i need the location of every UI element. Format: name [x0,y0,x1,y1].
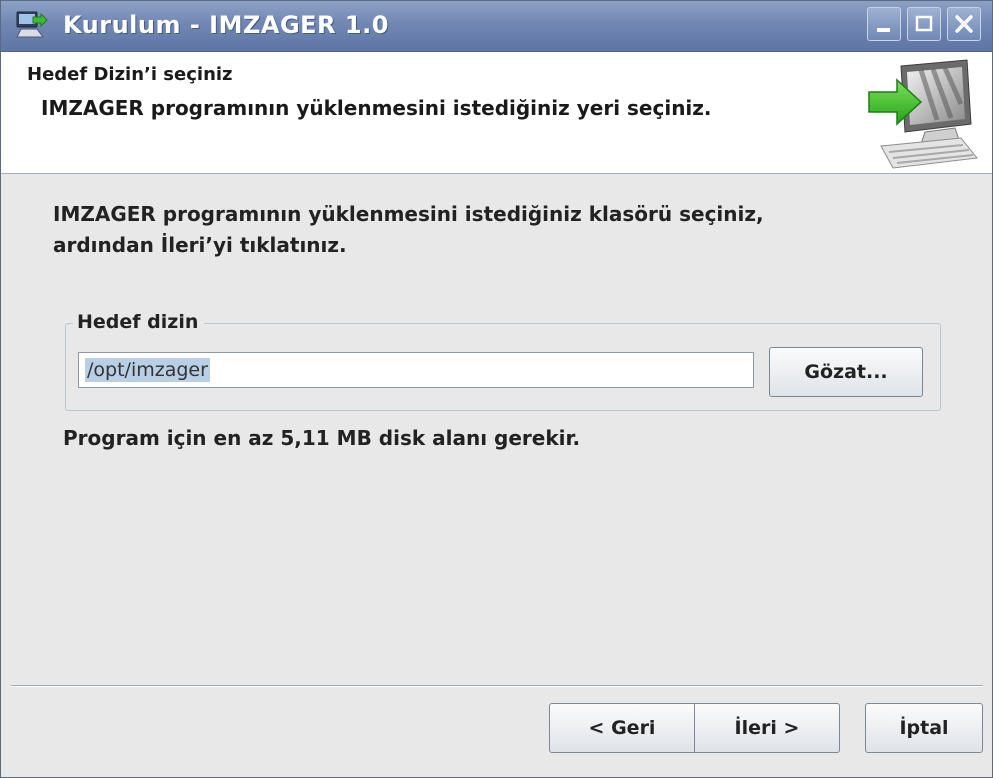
minimize-icon [877,28,890,32]
computer-install-arrow-icon [863,58,981,170]
installer-app-icon [15,9,49,41]
window-title: Kurulum - IMZAGER 1.0 [63,11,389,39]
instructions-line-2: ardından İleri’yi tıklatınız. [53,233,347,257]
wizard-header: Hedef Dizin’i seçiniz IMZAGER programını… [1,52,992,174]
maximize-icon [915,15,933,32]
close-button[interactable] [947,7,981,41]
target-directory-value: /opt/imzager [85,358,210,382]
title-bar[interactable]: Kurulum - IMZAGER 1.0 [1,1,992,52]
back-button[interactable]: < Geri [549,703,695,753]
header-title: Hedef Dizin’i seçiniz [27,64,233,85]
cancel-button[interactable]: İptal [865,703,983,753]
target-directory-legend: Hedef dizin [73,311,205,333]
header-subtitle: IMZAGER programının yüklenmesini istediğ… [41,96,712,120]
target-directory-input[interactable]: /opt/imzager [78,352,754,388]
instructions-line-1: IMZAGER programının yüklenmesini istediğ… [53,202,764,226]
bottom-separator [11,685,983,687]
minimize-button[interactable] [867,7,901,41]
next-button[interactable]: İleri > [694,703,840,753]
maximize-button[interactable] [907,7,941,41]
installer-window: Kurulum - IMZAGER 1.0 Hedef Dizin’i seçi… [0,0,993,778]
instructions-text: IMZAGER programının yüklenmesini istediğ… [53,199,933,261]
browse-button[interactable]: Gözat... [769,347,923,397]
disk-space-note: Program için en az 5,11 MB disk alanı ge… [63,426,581,450]
close-icon [955,15,973,33]
